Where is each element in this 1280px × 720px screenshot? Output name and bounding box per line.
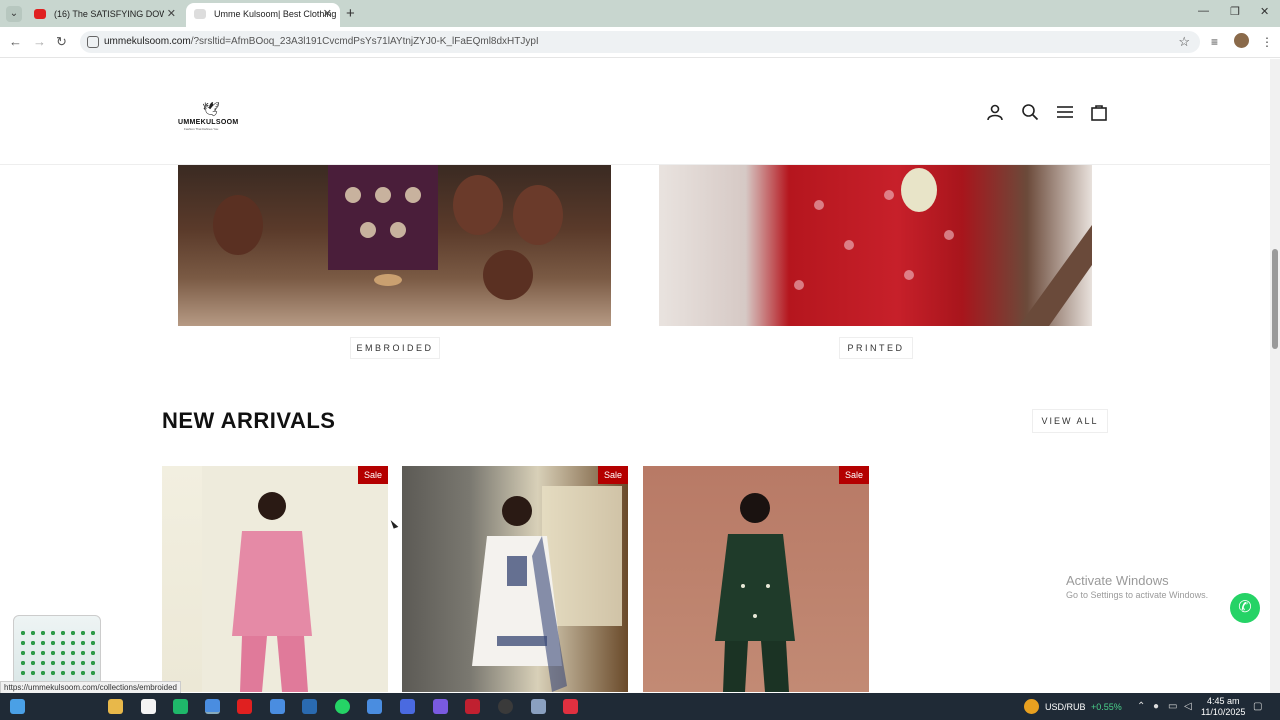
- product-card[interactable]: Sale: [643, 466, 869, 692]
- file-explorer-icon[interactable]: [108, 699, 123, 714]
- browser-tab-bar: ⌄ (16) The SATISFYING DOWNFAL ✕ Umme Kul…: [0, 0, 1280, 27]
- steam-icon[interactable]: [302, 699, 317, 714]
- more-menu-icon[interactable]: ⋮: [1261, 35, 1273, 49]
- youtube-icon: [34, 9, 46, 19]
- bird-logo-icon: 🕊: [202, 101, 220, 117]
- app-icon[interactable]: [400, 699, 415, 714]
- site-icon: [194, 9, 206, 19]
- menu-icon[interactable]: [1056, 103, 1074, 121]
- url-text: ummekulsoom.com/?srsltid=AfmBOoq_23A3l19…: [104, 36, 539, 47]
- microphone-icon[interactable]: ●: [1153, 701, 1159, 712]
- ticker-icon[interactable]: [1024, 699, 1039, 714]
- account-icon[interactable]: [986, 103, 1004, 121]
- url-domain: ummekulsoom.com: [104, 36, 191, 47]
- media-control-icon[interactable]: ≡: [1211, 35, 1218, 49]
- mouse-cursor: [390, 518, 399, 529]
- address-bar[interactable]: ummekulsoom.com/?srsltid=AfmBOoq_23A3l19…: [80, 31, 1200, 53]
- browser-nav-bar: ← → ↻ ummekulsoom.com/?srsltid=AfmBOoq_2…: [0, 27, 1280, 58]
- product-photo: [202, 466, 388, 692]
- sale-badge: Sale: [839, 466, 869, 484]
- discord-icon[interactable]: [433, 699, 448, 714]
- view-all-button[interactable]: VIEW ALL: [1032, 409, 1108, 433]
- profile-avatar[interactable]: [1234, 33, 1249, 48]
- restore-button[interactable]: ❐: [1230, 5, 1240, 18]
- embroidered-dress-photo: [213, 165, 563, 300]
- app-icon[interactable]: [173, 699, 188, 714]
- windows-taskbar: USD/RUB +0.55% ⌃ ● ▭ ◁ 4:45 am 11/10/202…: [0, 693, 1280, 720]
- voicemeeter-icon[interactable]: [465, 699, 480, 714]
- collection-embroided-image[interactable]: [178, 165, 611, 326]
- logo-name: UMMEKULSOOM: [178, 119, 239, 126]
- product-card[interactable]: Sale: [162, 466, 388, 692]
- clock-time[interactable]: 4:45 am: [1207, 696, 1240, 706]
- clover-decoration: [18, 628, 98, 688]
- sale-badge: Sale: [598, 466, 628, 484]
- activate-windows-title: Activate Windows: [1066, 573, 1169, 588]
- close-icon[interactable]: ✕: [323, 3, 332, 25]
- volume-icon[interactable]: ◁: [1184, 701, 1192, 712]
- site-header: 🕊 UMMEKULSOOM Fashion That Defines You: [0, 59, 1270, 165]
- chrome-icon[interactable]: [270, 699, 285, 714]
- tab-youtube[interactable]: (16) The SATISFYING DOWNFAL ✕: [26, 3, 184, 27]
- product-photo: [472, 486, 622, 692]
- search-icon[interactable]: [1021, 103, 1039, 121]
- collection-label-embroided[interactable]: EMBROIDED: [350, 337, 440, 359]
- chevron-up-icon[interactable]: ⌃: [1137, 701, 1145, 712]
- bookmark-star-icon[interactable]: ☆: [1178, 34, 1190, 50]
- youtube-icon[interactable]: [237, 699, 252, 714]
- tab-title: Umme Kulsoom| Best Clothing: [214, 9, 337, 19]
- whatsapp-chat-icon[interactable]: ✆: [1230, 593, 1260, 623]
- product-photo: [715, 493, 795, 692]
- activate-windows-subtitle: Go to Settings to activate Windows.: [1066, 590, 1209, 600]
- tab-ummekulsoom[interactable]: Umme Kulsoom| Best Clothing ✕: [186, 3, 340, 27]
- logo-tagline: Fashion That Defines You: [184, 127, 219, 131]
- scrollbar-thumb[interactable]: [1272, 249, 1278, 349]
- site-logo[interactable]: 🕊 UMMEKULSOOM Fashion That Defines You: [178, 101, 248, 133]
- reload-icon[interactable]: ↻: [56, 34, 67, 50]
- section-title: NEW ARRIVALS: [162, 408, 336, 433]
- collection-printed-image[interactable]: [659, 165, 1092, 326]
- network-icon[interactable]: ▭: [1168, 701, 1177, 712]
- chrome-icon[interactable]: [367, 699, 382, 714]
- collection-label-printed[interactable]: PRINTED: [839, 337, 913, 359]
- sale-badge: Sale: [358, 466, 388, 484]
- printed-dress-photo: [794, 168, 1092, 326]
- url-path: /?srsltid=AfmBOoq_23A3l191CvcmdPsYs71lAY…: [190, 36, 539, 47]
- back-icon[interactable]: ←: [9, 34, 22, 49]
- cart-icon[interactable]: [1090, 103, 1108, 121]
- new-tab-button[interactable]: +: [346, 5, 355, 22]
- start-icon[interactable]: [10, 699, 25, 714]
- ticker-change: +0.55%: [1091, 702, 1122, 712]
- minimize-button[interactable]: —: [1198, 5, 1209, 17]
- app-icon[interactable]: [498, 699, 513, 714]
- app-icon[interactable]: [531, 699, 546, 714]
- tab-title: (16) The SATISFYING DOWNFAL: [54, 9, 164, 19]
- close-icon[interactable]: ✕: [167, 3, 176, 25]
- whatsapp-icon[interactable]: [335, 699, 350, 714]
- chrome-icon[interactable]: [205, 699, 220, 714]
- notification-icon[interactable]: ▢: [1253, 701, 1262, 712]
- app-icon[interactable]: [563, 699, 578, 714]
- forward-icon[interactable]: →: [33, 34, 46, 49]
- close-window-button[interactable]: ✕: [1260, 5, 1269, 18]
- notepad-icon[interactable]: [141, 699, 156, 714]
- site-info-icon[interactable]: [87, 36, 99, 48]
- desktop-widget: [13, 615, 101, 690]
- tab-search-button[interactable]: ⌄: [6, 6, 22, 22]
- ticker-name[interactable]: USD/RUB: [1045, 702, 1086, 712]
- product-card[interactable]: Sale: [402, 466, 628, 692]
- page-scrollbar[interactable]: [1270, 59, 1280, 693]
- clock-date[interactable]: 11/10/2025: [1201, 707, 1245, 717]
